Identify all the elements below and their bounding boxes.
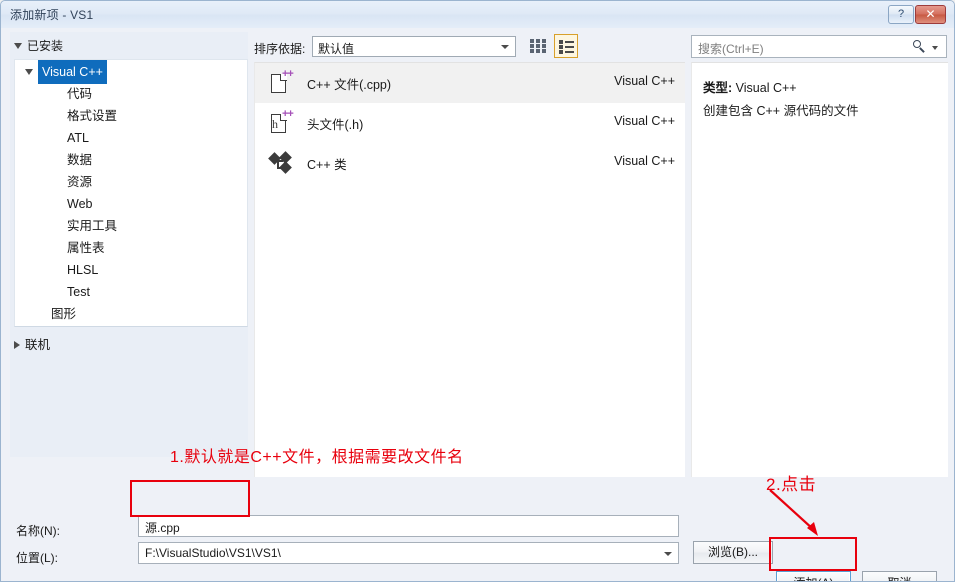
header-file-icon: h ++ <box>271 108 294 133</box>
screenshot-root: 添加新项 - VS1 ? ✕ 已安装 Visual C++ 代码 格式设置 AT… <box>0 0 955 582</box>
add-button[interactable]: 添加(A) <box>776 571 851 581</box>
tree-item-hlsl[interactable]: HLSL <box>15 258 247 280</box>
tree-item-label: 资源 <box>67 175 93 189</box>
template-type-value: Visual C++ <box>735 81 797 95</box>
cpp-class-icon <box>268 151 293 175</box>
sort-by-dropdown[interactable]: 默认值 <box>312 36 516 57</box>
chevron-down-icon[interactable] <box>932 46 938 50</box>
location-value: F:\VisualStudio\VS1\VS1\ <box>145 546 281 560</box>
tree-item-label: 数据 <box>67 153 93 167</box>
tree-item-code[interactable]: 代码 <box>15 82 247 104</box>
tree-item-label: 代码 <box>67 87 93 101</box>
annotation-step1-text: 1.默认就是C++文件，根据需要改文件名 <box>170 449 464 466</box>
sort-by-label: 排序依据: <box>254 42 306 56</box>
list-item-name: 头文件(.h) <box>307 118 364 132</box>
annotation-name-highlight <box>130 480 250 517</box>
location-label: 位置(L): <box>16 551 59 565</box>
list-item[interactable]: h ++ 头文件(.h) Visual C++ <box>255 103 685 143</box>
cancel-button[interactable]: 取消 <box>862 571 937 581</box>
help-button[interactable]: ? <box>888 5 914 24</box>
template-items-list[interactable]: ++ C++ 文件(.cpp) Visual C++ h ++ 头文件(.h) … <box>254 62 685 477</box>
chevron-down-icon <box>25 68 33 75</box>
tree-item-property-sheets[interactable]: 属性表 <box>15 236 247 258</box>
tree-item-formatting[interactable]: 格式设置 <box>15 104 247 126</box>
list-view-icon <box>559 40 575 54</box>
list-item-category: Visual C++ <box>614 114 675 128</box>
window-title: 添加新项 - VS1 <box>10 8 94 22</box>
list-view-button[interactable] <box>554 34 578 58</box>
close-button[interactable]: ✕ <box>915 5 946 24</box>
chevron-right-icon <box>14 340 20 349</box>
list-item-category: Visual C++ <box>614 154 675 168</box>
search-placeholder: 搜索(Ctrl+E) <box>698 42 764 56</box>
grid-view-icon <box>530 39 546 53</box>
installed-header-label: 已安装 <box>27 39 64 53</box>
tree-item-utility[interactable]: 实用工具 <box>15 214 247 236</box>
template-details: 类型: Visual C++ 创建包含 C++ 源代码的文件 <box>691 62 948 477</box>
list-item[interactable]: C++ 类 Visual C++ <box>255 143 685 183</box>
chevron-down-icon <box>14 42 22 49</box>
tree-item-resource[interactable]: 资源 <box>15 170 247 192</box>
name-input[interactable]: 源.cpp <box>138 515 679 537</box>
chevron-down-icon <box>501 45 509 49</box>
list-item-name: C++ 文件(.cpp) <box>307 78 392 92</box>
tree-item-label: 实用工具 <box>67 219 118 233</box>
list-item-category: Visual C++ <box>614 74 675 88</box>
cpp-file-icon: ++ <box>269 69 294 95</box>
tree-item-web[interactable]: Web <box>15 192 247 214</box>
tree-item-label: HLSL <box>67 263 99 277</box>
template-list-pane: 排序依据: 默认值 ++ C++ 文件(.cpp) Visual C++ h +… <box>254 32 685 477</box>
browse-button[interactable]: 浏览(B)... <box>693 541 773 564</box>
list-item[interactable]: ++ C++ 文件(.cpp) Visual C++ <box>255 63 685 103</box>
name-input-value: 源.cpp <box>145 521 180 535</box>
tree-item-test[interactable]: Test <box>15 280 247 302</box>
grid-view-button[interactable] <box>526 34 550 58</box>
installed-templates-pane: 已安装 Visual C++ 代码 格式设置 ATL 数据 资源 Web 实用工… <box>10 32 248 457</box>
template-type-label: 类型: <box>703 81 733 95</box>
tree-item-label: 格式设置 <box>67 109 118 123</box>
tree-item-label: Web <box>67 197 93 211</box>
tree-item-label: ATL <box>67 131 89 145</box>
tree-item-graphics[interactable]: 图形 <box>15 302 247 324</box>
installed-header[interactable]: 已安装 <box>14 37 63 54</box>
tree-item-label: 联机 <box>25 338 51 352</box>
list-item-name: C++ 类 <box>307 158 347 172</box>
tree-item-label: Visual C++ <box>38 60 107 84</box>
tree-item-data[interactable]: 数据 <box>15 148 247 170</box>
template-tree[interactable]: Visual C++ 代码 格式设置 ATL 数据 资源 Web 实用工具 属性… <box>14 59 248 327</box>
search-icon <box>913 40 926 53</box>
details-pane: 搜索(Ctrl+E) 类型: Visual C++ 创建包含 C++ 源代码的文… <box>691 32 948 477</box>
sort-by-value: 默认值 <box>318 42 355 56</box>
tree-item-label: Test <box>67 285 90 299</box>
location-combobox[interactable]: F:\VisualStudio\VS1\VS1\ <box>138 542 679 564</box>
tree-item-label: 图形 <box>51 307 77 321</box>
template-type-row: 类型: Visual C++ <box>703 77 797 96</box>
search-input[interactable]: 搜索(Ctrl+E) <box>691 35 947 58</box>
tree-item-label: 属性表 <box>67 241 105 255</box>
name-label: 名称(N): <box>16 524 60 538</box>
tree-item-visual-cpp[interactable]: Visual C++ <box>15 60 247 84</box>
title-bar: 添加新项 - VS1 ? ✕ <box>1 1 954 29</box>
tree-item-online[interactable]: 联机 <box>14 334 50 353</box>
tree-item-atl[interactable]: ATL <box>15 126 247 148</box>
template-description: 创建包含 C++ 源代码的文件 <box>703 104 859 118</box>
chevron-down-icon <box>664 552 672 556</box>
annotation-arrow-icon <box>769 489 818 536</box>
